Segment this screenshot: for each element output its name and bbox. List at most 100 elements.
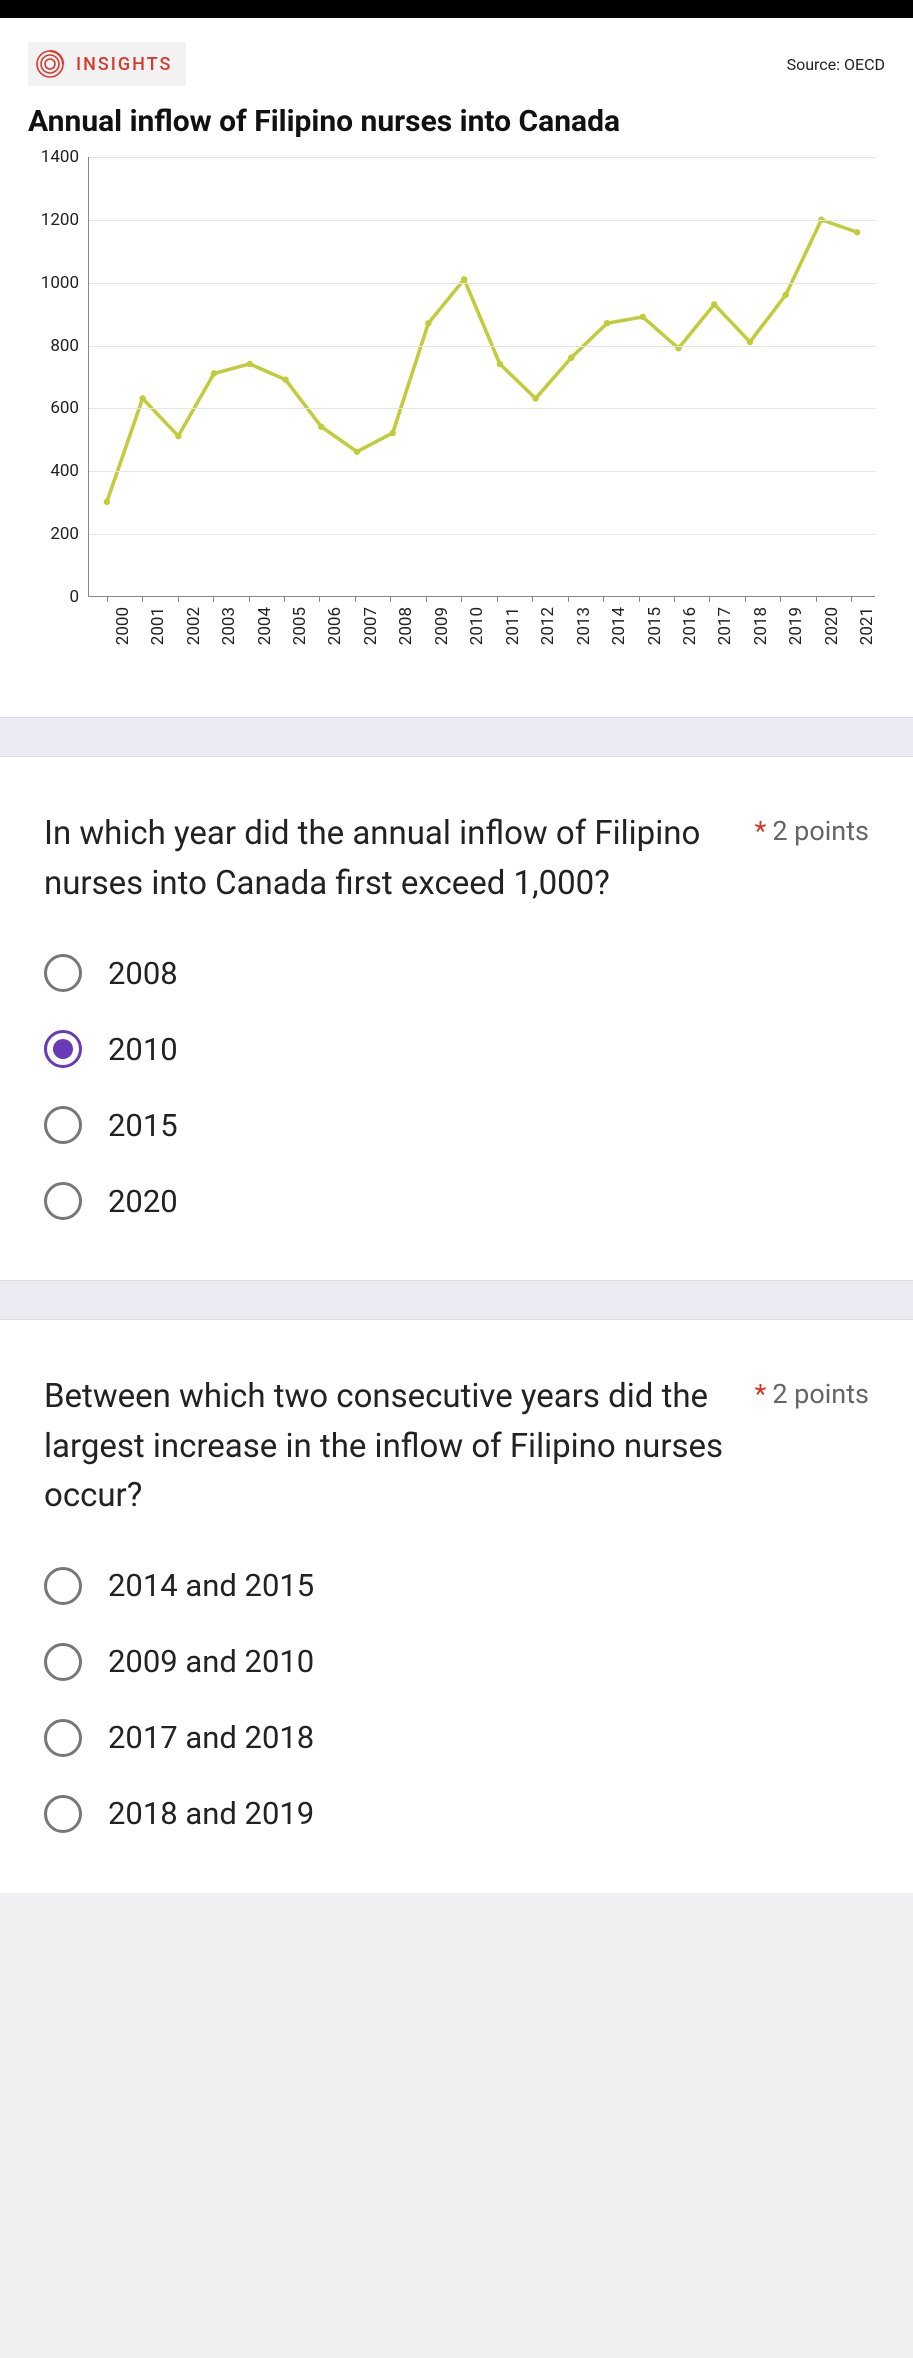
x-tick: [816, 596, 817, 602]
chart-card: INSIGHTS Source: OECD Annual inflow of F…: [0, 18, 913, 717]
y-axis-label: 600: [50, 398, 89, 418]
x-tick: [319, 596, 320, 602]
x-axis-label: 2013: [574, 607, 594, 645]
y-axis-label: 1400: [41, 147, 89, 167]
data-point: [139, 395, 145, 401]
x-tick: [355, 596, 356, 602]
radio-icon[interactable]: [44, 1030, 82, 1068]
radio-option[interactable]: 2020: [44, 1182, 869, 1220]
data-point: [568, 354, 574, 360]
option-label: 2020: [108, 1183, 178, 1220]
data-point: [425, 320, 431, 326]
radio-icon[interactable]: [44, 954, 82, 992]
grid-line: [89, 220, 875, 221]
x-tick: [461, 596, 462, 602]
x-axis-label: 2000: [113, 607, 133, 645]
option-label: 2017 and 2018: [108, 1719, 314, 1756]
x-axis-label: 2012: [538, 607, 558, 645]
section-divider: [0, 717, 913, 757]
options-list: 2008 2010 2015 2020: [44, 954, 869, 1220]
grid-line: [89, 408, 875, 409]
radio-icon[interactable]: [44, 1567, 82, 1605]
data-point: [747, 339, 753, 345]
x-axis-label: 2021: [857, 607, 877, 645]
data-point: [532, 395, 538, 401]
x-axis-label: 2007: [361, 607, 381, 645]
x-tick: [745, 596, 746, 602]
radio-icon[interactable]: [44, 1795, 82, 1833]
y-axis-label: 0: [69, 587, 89, 607]
brand-text: INSIGHTS: [76, 54, 172, 75]
radio-option[interactable]: 2017 and 2018: [44, 1719, 869, 1757]
x-axis-label: 2017: [715, 607, 735, 645]
data-point: [497, 361, 503, 367]
radio-option[interactable]: 2009 and 2010: [44, 1643, 869, 1681]
chart-plot: 0200400600800100012001400200020012002200…: [88, 157, 875, 597]
required-star-icon: *: [755, 1378, 767, 1410]
points-label: 2 points: [772, 1378, 869, 1410]
x-tick: [213, 596, 214, 602]
question-points: *2 points: [755, 1372, 869, 1410]
question-card-2: Between which two consecutive years did …: [0, 1320, 913, 1893]
y-axis-label: 800: [50, 336, 89, 356]
data-point: [282, 376, 288, 382]
data-point: [461, 276, 467, 282]
x-tick: [851, 596, 852, 602]
x-axis-label: 2019: [786, 607, 806, 645]
section-divider: [0, 1280, 913, 1320]
x-tick: [780, 596, 781, 602]
x-tick: [142, 596, 143, 602]
radio-icon[interactable]: [44, 1106, 82, 1144]
options-list: 2014 and 2015 2009 and 2010 2017 and 2018 2…: [44, 1567, 869, 1833]
radio-option[interactable]: 2010: [44, 1030, 869, 1068]
chart-header: INSIGHTS Source: OECD: [28, 42, 885, 86]
data-point: [640, 314, 646, 320]
y-axis-label: 1000: [41, 273, 89, 293]
x-tick: [532, 596, 533, 602]
option-label: 2014 and 2015: [108, 1567, 314, 1604]
grid-line: [89, 157, 875, 158]
grid-line: [89, 283, 875, 284]
y-axis-label: 1200: [41, 210, 89, 230]
data-point: [354, 449, 360, 455]
x-axis-label: 2006: [325, 607, 345, 645]
x-axis-label: 2004: [255, 607, 275, 645]
points-label: 2 points: [772, 815, 869, 847]
required-star-icon: *: [755, 815, 767, 847]
data-point: [211, 370, 217, 376]
x-axis-label: 2016: [680, 607, 700, 645]
chart-line: [89, 157, 875, 596]
option-label: 2018 and 2019: [108, 1795, 314, 1832]
brand-chip: INSIGHTS: [28, 42, 186, 86]
option-label: 2010: [108, 1031, 178, 1068]
radio-icon[interactable]: [44, 1182, 82, 1220]
x-axis-label: 2002: [184, 607, 204, 645]
radio-option[interactable]: 2018 and 2019: [44, 1795, 869, 1833]
radio-icon[interactable]: [44, 1719, 82, 1757]
x-tick: [390, 596, 391, 602]
x-axis-label: 2018: [751, 607, 771, 645]
question-header: Between which two consecutive years did …: [44, 1372, 869, 1521]
chart-title: Annual inflow of Filipino nurses into Ca…: [28, 104, 885, 139]
option-label: 2015: [108, 1107, 178, 1144]
x-tick: [568, 596, 569, 602]
data-point: [104, 499, 110, 505]
x-axis-label: 2009: [432, 607, 452, 645]
x-tick: [107, 596, 108, 602]
x-tick: [674, 596, 675, 602]
brand-logo-icon: [34, 48, 66, 80]
chart-area: 0200400600800100012001400200020012002200…: [88, 157, 875, 657]
series-line: [107, 220, 857, 502]
radio-option[interactable]: 2014 and 2015: [44, 1567, 869, 1605]
y-axis-label: 400: [50, 461, 89, 481]
radio-option[interactable]: 2015: [44, 1106, 869, 1144]
question-header: In which year did the annual inflow of F…: [44, 809, 869, 908]
grid-line: [89, 346, 875, 347]
radio-option[interactable]: 2008: [44, 954, 869, 992]
x-tick: [497, 596, 498, 602]
radio-icon[interactable]: [44, 1643, 82, 1681]
x-axis-label: 2015: [645, 607, 665, 645]
x-axis-label: 2011: [503, 607, 523, 645]
x-axis-label: 2010: [467, 607, 487, 645]
x-tick: [249, 596, 250, 602]
